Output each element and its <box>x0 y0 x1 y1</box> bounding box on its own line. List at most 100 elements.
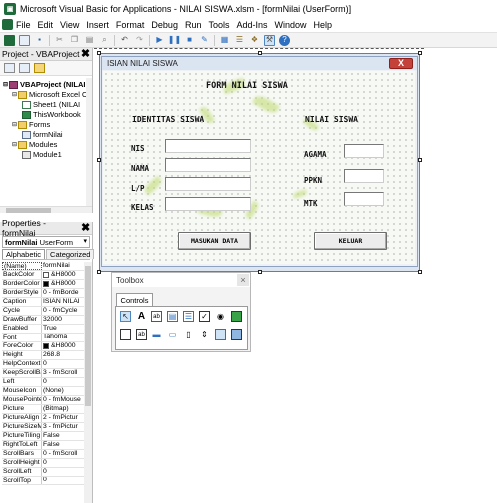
resize-handle[interactable] <box>97 158 101 162</box>
property-value[interactable]: 32000 <box>42 316 84 324</box>
design-mode-icon[interactable]: ✎ <box>199 35 210 46</box>
object-browser-icon[interactable]: ❖ <box>249 35 260 46</box>
excel-icon[interactable] <box>2 19 13 30</box>
userform-caption[interactable]: ISIAN NILAI SISWA <box>102 57 417 70</box>
redo-icon[interactable]: ↷ <box>134 35 145 46</box>
cut-icon[interactable]: ✂ <box>54 35 65 46</box>
tabstrip-tool-icon[interactable]: ▬ <box>151 329 162 340</box>
property-value[interactable]: 0 <box>42 477 84 485</box>
property-value[interactable]: 0 - fmScroll <box>42 450 84 458</box>
tree-item-modules[interactable]: ⊟ Modules <box>12 140 57 149</box>
tree-item-excel-objects[interactable]: ⊟ Microsoft Excel Ob <box>12 90 86 99</box>
property-row[interactable]: MouseIcon (None) <box>2 387 84 397</box>
menu-edit[interactable]: Edit <box>38 20 54 30</box>
property-row[interactable]: Caption ISIAN NILAI <box>2 297 84 307</box>
keluar-button[interactable]: KELUAR <box>314 232 387 250</box>
property-value[interactable]: Tahoma <box>42 334 84 342</box>
property-row[interactable]: PictureSizeM 3 - fmPictur <box>2 422 84 432</box>
userform-canvas[interactable]: FORM NILAI SISWA IDENTITAS SISWA NILAI S… <box>103 71 415 264</box>
project-explorer-icon[interactable]: ▦ <box>219 35 230 46</box>
menu-addins[interactable]: Add-Ins <box>236 20 267 30</box>
insert-userform-icon[interactable] <box>19 34 30 46</box>
menu-help[interactable]: Help <box>314 20 333 30</box>
save-icon[interactable]: ▪ <box>34 35 45 46</box>
reset-icon[interactable]: ■ <box>184 35 195 46</box>
property-row[interactable]: ScrollTop 0 <box>2 476 84 486</box>
property-row[interactable]: BorderColor &H8000 <box>2 279 84 289</box>
property-row[interactable]: Height 268.8 <box>2 351 84 361</box>
optionbutton-tool-icon[interactable]: ◉ <box>215 311 226 322</box>
menu-run[interactable]: Run <box>185 20 202 30</box>
tab-categorized[interactable]: Categorized <box>46 249 95 259</box>
property-value[interactable]: 2 - fmPictur <box>42 414 84 422</box>
tree-item-module1[interactable]: Module1 <box>22 150 62 159</box>
close-icon[interactable]: ✖ <box>80 222 91 234</box>
property-value[interactable]: 3 - fmPictur <box>42 423 84 431</box>
multipage-tool-icon[interactable]: ▭ <box>167 329 178 340</box>
property-value[interactable]: &H8000 <box>42 342 84 350</box>
togglebutton-tool-icon[interactable] <box>231 311 242 322</box>
tree-item-forms[interactable]: ⊟ Forms <box>12 120 50 129</box>
property-row[interactable]: HelpContextI 0 <box>2 360 84 370</box>
property-row[interactable]: Cycle 0 - fmCycle <box>2 306 84 316</box>
tree-item-thisworkbook[interactable]: ThisWorkbook <box>22 110 81 119</box>
resize-handle[interactable] <box>418 51 422 55</box>
property-value[interactable]: 3 - fmScroll <box>42 369 84 377</box>
property-row[interactable]: ScrollLeft 0 <box>2 467 84 477</box>
project-vertical-scrollbar[interactable] <box>86 78 92 206</box>
resize-handle[interactable] <box>97 51 101 55</box>
tree-item-formnilai[interactable]: formNilai <box>22 130 63 139</box>
property-row[interactable]: ForeColor &H8000 <box>2 342 84 352</box>
project-horizontal-scrollbar[interactable] <box>0 206 92 213</box>
property-value[interactable]: True <box>42 325 84 333</box>
close-icon[interactable]: × <box>237 274 249 286</box>
tab-alphabetic[interactable]: Alphabetic <box>2 249 46 259</box>
nis-textbox[interactable] <box>165 139 251 153</box>
select-objects-icon[interactable]: ↖ <box>120 311 131 322</box>
property-value[interactable]: 0 - fmMouse <box>42 396 84 404</box>
property-row[interactable]: RightToLeft False <box>2 440 84 450</box>
kelas-textbox[interactable] <box>165 197 251 211</box>
property-value[interactable]: 0 <box>42 360 84 368</box>
paste-icon[interactable]: ▤ <box>84 35 95 46</box>
textbox-tool-icon[interactable]: ab <box>151 311 162 322</box>
image-tool-icon[interactable] <box>215 329 226 340</box>
property-value[interactable]: &H8000 <box>42 280 84 288</box>
property-row[interactable]: (Name) formNilai <box>2 262 84 271</box>
toolbox-titlebar[interactable]: Toolbox × <box>112 273 250 287</box>
find-icon[interactable]: ⌕ <box>99 35 110 46</box>
mtk-textbox[interactable] <box>344 192 384 206</box>
help-icon[interactable]: ? <box>279 34 290 46</box>
property-row[interactable]: MousePointe 0 - fmMouse <box>2 396 84 405</box>
property-value[interactable]: (None) <box>42 387 84 395</box>
run-icon[interactable]: ▶ <box>154 35 165 46</box>
toolbox-icon[interactable]: ⚒ <box>264 34 275 46</box>
property-value[interactable]: 0 <box>42 378 84 386</box>
menu-debug[interactable]: Debug <box>151 20 178 30</box>
undo-icon[interactable]: ↶ <box>119 35 130 46</box>
property-value[interactable]: 0 - fmBorde <box>42 289 84 297</box>
property-value[interactable]: 268.8 <box>42 351 84 359</box>
combobox-tool-icon[interactable]: ▤ <box>167 311 178 322</box>
copy-icon[interactable]: ❐ <box>69 35 80 46</box>
agama-textbox[interactable] <box>344 144 384 158</box>
userform-close-button[interactable]: X <box>389 58 413 69</box>
property-value[interactable]: False <box>42 432 84 440</box>
resize-handle[interactable] <box>258 270 262 274</box>
property-row[interactable]: ScrollBars 0 - fmScroll <box>2 449 84 459</box>
property-row[interactable]: KeepScrollBa 3 - fmScroll <box>2 369 84 379</box>
resize-handle[interactable] <box>258 51 262 55</box>
property-row[interactable]: ScrollHeight 0 <box>2 458 84 468</box>
view-excel-icon[interactable] <box>4 34 15 46</box>
listbox-tool-icon[interactable]: ☰ <box>183 311 194 322</box>
chevron-down-icon[interactable]: ▾ <box>83 237 87 245</box>
menu-insert[interactable]: Insert <box>86 20 109 30</box>
view-object-icon[interactable] <box>19 63 30 73</box>
spinbutton-tool-icon[interactable]: ⇕ <box>199 329 210 340</box>
menu-window[interactable]: Window <box>275 20 307 30</box>
toggle-folders-icon[interactable] <box>34 63 45 73</box>
close-icon[interactable]: ✖ <box>80 48 91 60</box>
object-selector[interactable]: formNilai UserForm ▾ <box>2 236 90 248</box>
property-row[interactable]: BorderStyle 0 - fmBorde <box>2 288 84 298</box>
property-row[interactable]: Font Tahoma <box>2 333 84 343</box>
